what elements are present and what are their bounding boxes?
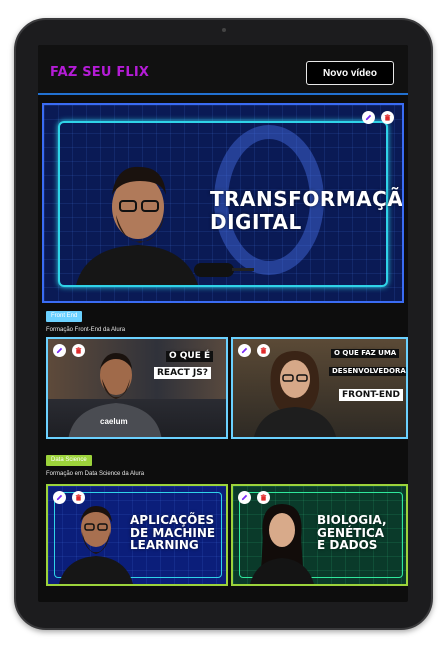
edit-button[interactable]: [53, 491, 66, 504]
video-caption-line2: DESENVOLVEDORA: [332, 367, 406, 375]
app-logo[interactable]: FAZ SEU FLIX: [50, 65, 149, 80]
microphone-image: [194, 263, 254, 277]
banner-title-line2: DIGITAL: [210, 210, 302, 234]
pencil-icon: [56, 494, 63, 501]
delete-button[interactable]: [257, 344, 270, 357]
trash-icon: [75, 494, 82, 501]
app-screen: FAZ SEU FLIX Novo vídeo TRANSFORMAÇÃO DI…: [38, 45, 408, 602]
video-caption-line3: LEARNING: [130, 538, 199, 553]
pencil-icon: [56, 347, 63, 354]
video-caption-line1: O QUE É: [169, 351, 211, 361]
presenter-photo: [254, 351, 336, 437]
shirt-logo-text: caelum: [100, 417, 128, 426]
caption-box: O QUE É: [166, 351, 214, 363]
video-card-desenvolvedora-front-end[interactable]: O QUE FAZ UMA DESENVOLVEDORA FRONT-END: [231, 337, 408, 439]
category-subtitle-data-science: Formação em Data Science da Alura: [46, 471, 145, 477]
caption-box: FRONT-END: [339, 389, 403, 401]
presenter-photo: [250, 504, 314, 584]
pencil-icon: [241, 347, 248, 354]
delete-button[interactable]: [72, 491, 85, 504]
delete-button[interactable]: [381, 111, 394, 124]
featured-video-banner[interactable]: TRANSFORMAÇÃO DIGITAL: [42, 103, 404, 303]
delete-button[interactable]: [257, 491, 270, 504]
edit-button[interactable]: [238, 491, 251, 504]
presenter-photo: [76, 166, 198, 285]
video-caption-line3: FRONT-END: [342, 390, 400, 400]
trash-icon: [260, 347, 267, 354]
caption-box: O QUE FAZ UMA: [331, 349, 400, 359]
caption-box: REACT JS?: [154, 367, 211, 379]
trash-icon: [384, 114, 391, 121]
edit-button[interactable]: [362, 111, 375, 124]
video-card-biologia-genetica-dados[interactable]: BIOLOGIA, GENÉTICA E DADOS: [231, 484, 408, 586]
app-header: FAZ SEU FLIX Novo vídeo: [38, 45, 408, 95]
trash-icon: [75, 347, 82, 354]
category-badge-front-end[interactable]: Front End: [46, 311, 83, 322]
new-video-button[interactable]: Novo vídeo: [306, 61, 394, 85]
video-card-react-js[interactable]: caelum O QUE É REACT JS?: [46, 337, 228, 439]
edit-button[interactable]: [238, 344, 251, 357]
banner-title-line1: TRANSFORMAÇÃO: [210, 187, 404, 211]
caption-box: DESENVOLVEDORA: [329, 367, 406, 377]
delete-button[interactable]: [72, 344, 85, 357]
video-caption-line1: APLICAÇÕES: [130, 513, 215, 527]
video-card-machine-learning[interactable]: APLICAÇÕES DE MACHINE LEARNING: [46, 484, 228, 586]
category-subtitle-front-end: Formação Front-End da Alura: [46, 327, 126, 333]
category-badge-data-science[interactable]: Data Science: [46, 455, 92, 466]
trash-icon: [260, 494, 267, 501]
video-caption-line3: E DADOS: [317, 538, 378, 553]
video-caption-line1: O QUE FAZ UMA: [334, 349, 397, 357]
edit-button[interactable]: [53, 344, 66, 357]
pencil-icon: [241, 494, 248, 501]
presenter-photo: [59, 506, 133, 584]
pencil-icon: [365, 114, 372, 121]
video-caption-line1: BIOLOGIA,: [317, 513, 387, 527]
front-camera: [222, 28, 226, 32]
video-caption-line2: REACT JS?: [157, 368, 208, 378]
